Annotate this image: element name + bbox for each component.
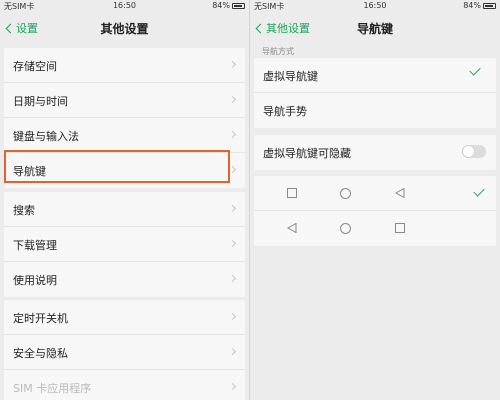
other-settings-screen: 无SIM卡 16:50 84% 设置 其他设置 存储空间 日期与时间 键盘与输入… <box>0 0 250 400</box>
settings-item-search[interactable]: 搜索 <box>4 192 245 227</box>
battery-indicator: 84% <box>463 1 496 10</box>
chevron-right-icon <box>228 95 237 104</box>
toggle-label: 虚拟导航键可隐藏 <box>263 147 351 160</box>
key-layout-option-2[interactable] <box>254 211 496 246</box>
checkmark-icon <box>473 185 485 197</box>
settings-item-sim-apps[interactable]: SIM 卡应用程序 <box>4 370 245 400</box>
status-bar: 无SIM卡 16:50 84% <box>0 0 249 13</box>
settings-item-label: 日期与时间 <box>13 95 68 108</box>
page-title: 导航键 <box>356 22 393 36</box>
settings-item-label: 搜索 <box>13 204 35 217</box>
triangle-left-icon <box>395 188 405 198</box>
square-icon <box>287 188 297 198</box>
square-icon <box>395 223 405 233</box>
settings-group-3: 定时开关机 安全与隐私 SIM 卡应用程序 <box>4 300 245 400</box>
option-label: 导航手势 <box>263 105 307 118</box>
page-title: 其他设置 <box>100 22 149 36</box>
battery-icon <box>232 2 245 9</box>
chevron-right-icon <box>228 274 237 283</box>
option-label: 虚拟导航键 <box>263 70 318 83</box>
battery-indicator: 84% <box>212 1 245 10</box>
settings-item-keyboard-input[interactable]: 键盘与输入法 <box>4 118 245 153</box>
nav-bar: 其他设置 导航键 <box>250 13 500 43</box>
settings-item-scheduled-power[interactable]: 定时开关机 <box>4 300 245 335</box>
section-label: 导航方式 <box>262 47 294 56</box>
status-bar: 无SIM卡 16:50 84% <box>250 0 500 13</box>
option-virtual-keys[interactable]: 虚拟导航键 <box>254 58 496 93</box>
key-layout-group <box>254 176 496 246</box>
navigation-mode-group: 虚拟导航键 导航手势 <box>254 58 496 128</box>
battery-percent: 84% <box>463 1 481 10</box>
settings-item-instructions[interactable]: 使用说明 <box>4 262 245 297</box>
chevron-right-icon <box>228 312 237 321</box>
option-gestures[interactable]: 导航手势 <box>254 93 496 128</box>
settings-item-label: 安全与隐私 <box>13 347 68 360</box>
circle-icon <box>340 223 351 234</box>
hide-virtual-keys-toggle[interactable] <box>462 145 486 158</box>
chevron-right-icon <box>228 130 237 139</box>
highlight-box <box>4 150 230 183</box>
settings-item-security-privacy[interactable]: 安全与隐私 <box>4 335 245 370</box>
settings-item-date-time[interactable]: 日期与时间 <box>4 83 245 118</box>
settings-item-label: 定时开关机 <box>13 312 68 325</box>
settings-item-label: 使用说明 <box>13 274 57 287</box>
navigation-keys-screen: 无SIM卡 16:50 84% 其他设置 导航键 导航方式 虚拟导航键 导航手势… <box>250 0 500 400</box>
settings-item-label: 存储空间 <box>13 60 57 73</box>
circle-icon <box>340 188 351 199</box>
settings-item-storage[interactable]: 存储空间 <box>4 48 245 83</box>
hide-virtual-keys-row: 虚拟导航键可隐藏 <box>254 135 496 170</box>
settings-item-label: SIM 卡应用程序 <box>13 382 92 395</box>
hide-toggle-group: 虚拟导航键可隐藏 <box>254 135 496 170</box>
settings-item-downloads[interactable]: 下载管理 <box>4 227 245 262</box>
chevron-right-icon <box>228 239 237 248</box>
battery-percent: 84% <box>212 1 230 10</box>
chevron-right-icon <box>228 347 237 356</box>
checkmark-icon <box>469 64 481 76</box>
chevron-right-icon <box>228 204 237 213</box>
triangle-left-icon <box>287 223 297 233</box>
toggle-knob <box>462 145 475 158</box>
settings-item-label: 键盘与输入法 <box>13 130 79 143</box>
chevron-right-icon <box>228 382 237 391</box>
chevron-right-icon <box>228 165 237 174</box>
settings-group-2: 搜索 下载管理 使用说明 <box>4 192 245 297</box>
chevron-right-icon <box>228 60 237 69</box>
battery-icon <box>483 2 496 9</box>
nav-bar: 设置 其他设置 <box>0 13 249 43</box>
key-layout-option-1[interactable] <box>254 176 496 211</box>
settings-item-label: 下载管理 <box>13 239 57 252</box>
